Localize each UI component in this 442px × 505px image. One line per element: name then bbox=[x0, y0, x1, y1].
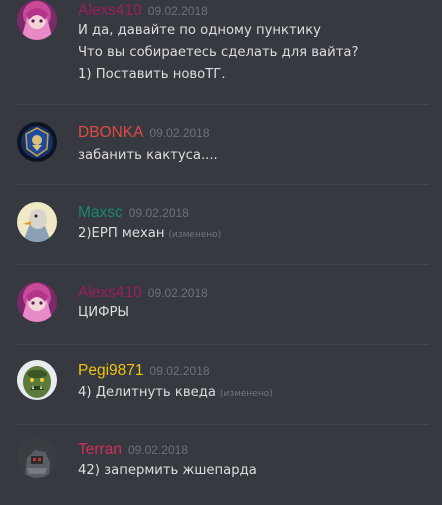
anime-avatar-icon[interactable] bbox=[17, 282, 57, 322]
robot-avatar-icon[interactable] bbox=[17, 438, 57, 478]
username[interactable]: Alexs410 bbox=[78, 2, 142, 19]
message-content: И да, давайте по одному пунктику Что вы … bbox=[78, 20, 428, 86]
message-line: И да, давайте по одному пунктику bbox=[78, 23, 321, 38]
edited-label: (изменено) bbox=[219, 389, 273, 399]
message-content: ЦИФРЫ bbox=[78, 302, 428, 324]
timestamp: 09.02.2018 bbox=[128, 206, 189, 220]
message-line: 4) Делитнуть кведа (изменено) bbox=[78, 382, 428, 405]
message-header: Alexs410 09.02.2018 bbox=[78, 282, 208, 303]
bird-avatar-icon[interactable] bbox=[17, 202, 57, 242]
message-group: Alexs410 09.02.2018 ЦИФРЫ bbox=[0, 265, 442, 344]
timestamp: 09.02.2018 bbox=[147, 286, 208, 300]
username[interactable]: Pegi9871 bbox=[78, 362, 144, 379]
username[interactable]: Alexs410 bbox=[78, 284, 142, 301]
timestamp: 09.02.2018 bbox=[149, 364, 210, 378]
message-text: 4) Делитнуть кведа bbox=[78, 385, 216, 400]
orc-avatar-icon[interactable] bbox=[17, 360, 57, 400]
timestamp: 09.02.2018 bbox=[149, 126, 210, 140]
message-header: DBONKA 09.02.2018 bbox=[78, 122, 210, 143]
message-content: 2)ЕРП механ (изменено) bbox=[78, 223, 428, 246]
message-content: 4) Делитнуть кведа (изменено) bbox=[78, 382, 428, 405]
timestamp: 09.02.2018 bbox=[127, 443, 188, 457]
message-header: Alexs410 09.02.2018 bbox=[78, 0, 208, 21]
message-line: 2)ЕРП механ (изменено) bbox=[78, 223, 428, 246]
lion-emblem-avatar-icon[interactable] bbox=[17, 122, 57, 162]
chat-messages[interactable]: Alexs410 09.02.2018 И да, давайте по одно… bbox=[0, 0, 442, 505]
message-group: Terran 09.02.2018 42) запермить жшепарда bbox=[0, 425, 442, 505]
username[interactable]: Terran bbox=[78, 441, 122, 458]
message-group: Pegi9871 09.02.2018 4) Делитнуть кведа (из… bbox=[0, 345, 442, 424]
edited-label: (изменено) bbox=[168, 230, 222, 240]
anime-avatar-icon[interactable] bbox=[17, 0, 57, 40]
timestamp: 09.02.2018 bbox=[147, 4, 208, 18]
message-group: Alexs410 09.02.2018 И да, давайте по одно… bbox=[0, 0, 442, 104]
message-header: Pegi9871 09.02.2018 bbox=[78, 360, 210, 381]
username[interactable]: Maxsc bbox=[78, 204, 123, 221]
message-line: Что вы собираетесь сделать для вайта? bbox=[78, 45, 359, 60]
message-header: Terran 09.02.2018 bbox=[78, 439, 188, 460]
message-group: Maxsc 09.02.2018 2)ЕРП механ (изменено) bbox=[0, 185, 442, 264]
message-line: ЦИФРЫ bbox=[78, 305, 130, 320]
message-text: 2)ЕРП механ bbox=[78, 226, 165, 241]
message-header: Maxsc 09.02.2018 bbox=[78, 202, 189, 223]
message-group: DBONKA 09.02.2018 забанить кактуса.... bbox=[0, 105, 442, 184]
message-line: 1) Поставить новоТГ. bbox=[78, 67, 226, 82]
message-line: забанить кактуса.... bbox=[78, 148, 218, 163]
message-line: 42) запермить жшепарда bbox=[78, 463, 257, 478]
message-content: 42) запермить жшепарда bbox=[78, 460, 428, 482]
message-content: забанить кактуса.... bbox=[78, 145, 428, 167]
username[interactable]: DBONKA bbox=[78, 124, 143, 141]
